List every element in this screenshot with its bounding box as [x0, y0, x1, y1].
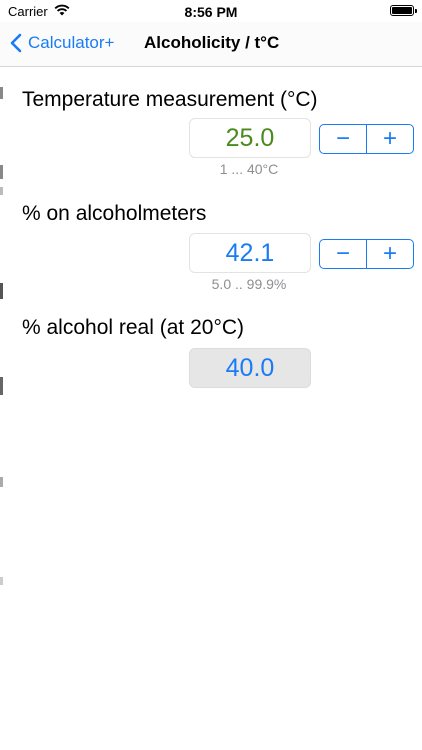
back-button[interactable]: Calculator+ [10, 33, 114, 53]
temperature-decrement-button[interactable]: − [320, 125, 366, 153]
temperature-label: Temperature measurement (°C) [22, 88, 318, 111]
temperature-input[interactable]: 25.0 [189, 118, 311, 158]
alcoholmeter-range: 5.0 .. 99.9% [211, 276, 287, 292]
navigation-bar: Calculator+ Alcoholicity / t°C [0, 22, 422, 67]
status-bar: Carrier 8:56 PM [0, 0, 422, 22]
real-alcohol-label: % alcohol real (at 20°C) [22, 316, 244, 339]
alcoholmeter-stepper[interactable]: − + [319, 239, 414, 269]
back-label: Calculator+ [28, 33, 115, 52]
status-time: 8:56 PM [184, 4, 238, 20]
real-alcohol-value: 40.0 [189, 348, 311, 388]
alcoholmeter-label: % on alcoholmeters [22, 202, 207, 225]
chevron-left-icon [10, 33, 22, 53]
alcoholmeter-decrement-button[interactable]: − [320, 240, 366, 268]
alcoholmeter-increment-button[interactable]: + [367, 240, 413, 268]
alcoholmeter-input[interactable]: 42.1 [189, 233, 311, 273]
temperature-range: 1 ... 40°C [219, 161, 279, 177]
temperature-increment-button[interactable]: + [367, 125, 413, 153]
underlying-view-edge [0, 67, 8, 750]
temperature-stepper[interactable]: − + [319, 124, 414, 154]
page-title: Alcoholicity / t°C [144, 33, 280, 52]
battery-icon [390, 5, 417, 16]
